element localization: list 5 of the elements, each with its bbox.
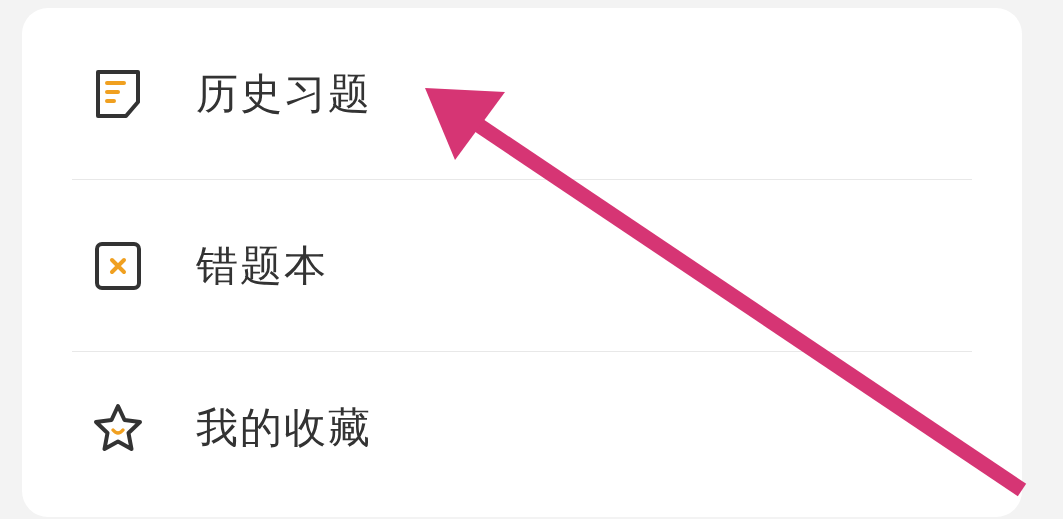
menu-item-label[interactable]: 我的收藏	[196, 399, 372, 456]
star-icon	[92, 401, 144, 454]
menu-item-label[interactable]: 历史习题	[196, 65, 372, 122]
cross-box-icon	[92, 239, 144, 292]
menu-item-label[interactable]: 错题本	[196, 237, 328, 294]
